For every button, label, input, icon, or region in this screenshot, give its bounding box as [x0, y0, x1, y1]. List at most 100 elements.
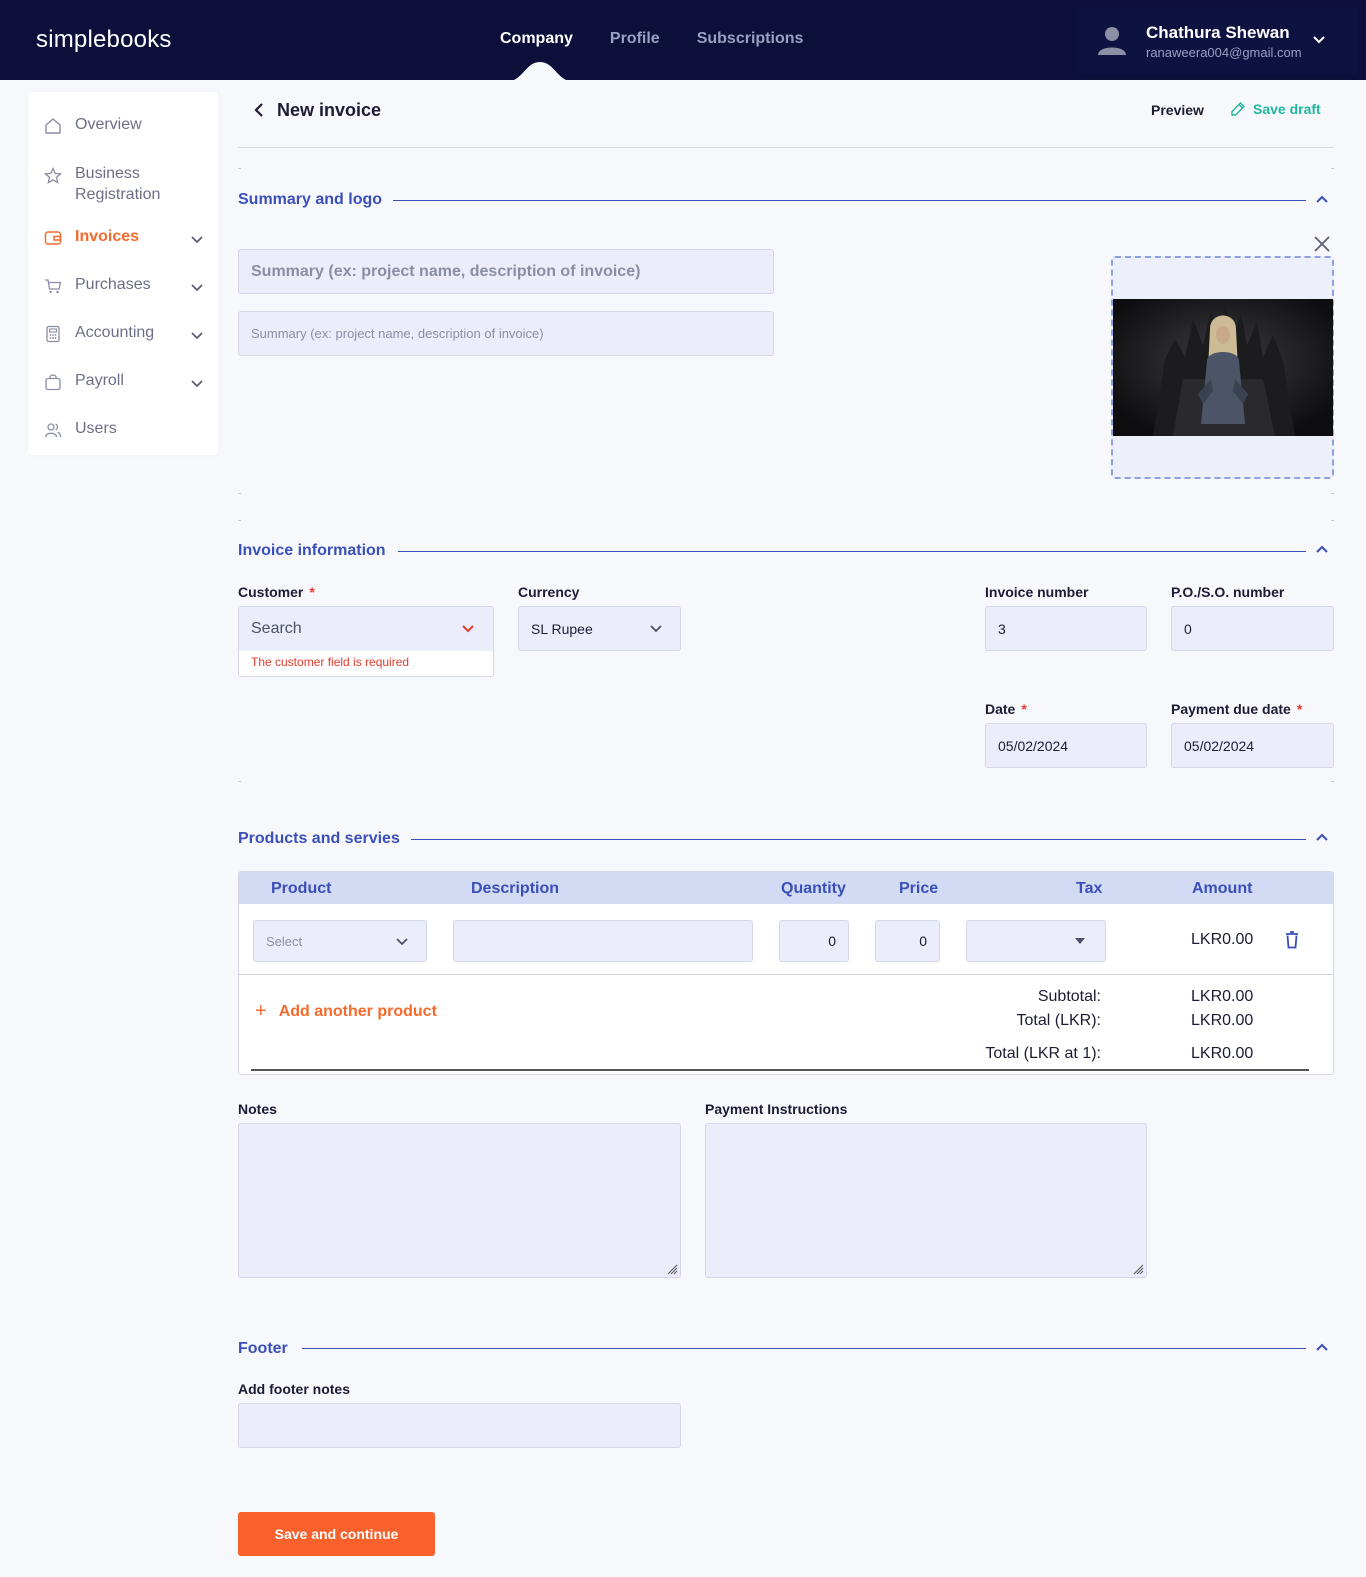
chevron-down-icon[interactable] [190, 376, 204, 390]
column-header-description: Description [471, 880, 560, 897]
section-divider [302, 1348, 1306, 1349]
chevron-up-icon[interactable] [1315, 543, 1329, 557]
brand-logo[interactable]: simplebooks [36, 26, 172, 54]
product-select-placeholder: Select [266, 933, 303, 949]
sidebar-item-users[interactable]: Users [44, 420, 117, 439]
total-lkr-at-1-value: LKR0.00 [1191, 1045, 1254, 1062]
section-corner [238, 168, 241, 169]
currency-label: Currency [518, 584, 580, 600]
close-icon[interactable] [1313, 235, 1331, 253]
add-product-label: Add another product [278, 1002, 437, 1020]
currency-select[interactable]: SL Rupee [518, 606, 681, 651]
customer-label: Customer * [238, 584, 315, 600]
user-email: ranaweera004@gmail.com [1146, 45, 1302, 60]
resize-handle-icon[interactable] [1132, 1263, 1144, 1275]
chevron-down-icon[interactable] [190, 280, 204, 294]
section-title-summary: Summary and logo [238, 191, 383, 208]
total-lkr-at-1-label: Total (LKR at 1): [985, 1045, 1101, 1062]
section-corner [1331, 493, 1334, 494]
notes-textarea[interactable] [238, 1123, 681, 1278]
chevron-down-icon[interactable] [1312, 32, 1326, 46]
tax-select[interactable] [966, 920, 1106, 962]
save-and-continue-button[interactable]: Save and continue [238, 1512, 435, 1556]
total-lkr-label: Total (LKR): [1016, 1012, 1101, 1029]
notes-label: Notes [238, 1101, 277, 1117]
plus-icon: + [255, 1000, 267, 1022]
chevron-up-icon[interactable] [1315, 831, 1329, 845]
payment-instructions-textarea[interactable] [705, 1123, 1147, 1278]
top-bar: simplebooks Company Profile Subscription… [0, 0, 1366, 82]
sidebar-item-label: Business [75, 165, 140, 182]
row-divider [239, 974, 1333, 975]
totals-divider [251, 1069, 1309, 1071]
chevron-up-icon[interactable] [1315, 193, 1329, 207]
po-number-label: P.O./S.O. number [1171, 584, 1285, 600]
nav-company[interactable]: Company [500, 30, 573, 48]
home-icon [45, 118, 61, 134]
column-header-product: Product [271, 880, 332, 897]
footer-notes-label: Add footer notes [238, 1381, 350, 1397]
trash-icon[interactable] [1285, 931, 1299, 949]
resize-handle-icon[interactable] [666, 1263, 678, 1275]
customer-error-message: The customer field is required [251, 655, 410, 669]
users-icon [44, 423, 62, 438]
section-corner [238, 493, 241, 494]
star-icon [44, 167, 62, 184]
chevron-down-icon[interactable] [190, 328, 204, 342]
invoice-number-label: Invoice number [985, 584, 1089, 600]
header-divider [238, 147, 1334, 148]
date-input[interactable]: 05/02/2024 [985, 723, 1147, 768]
nav-profile[interactable]: Profile [610, 30, 660, 48]
chevron-up-icon[interactable] [1315, 1341, 1329, 1355]
preview-button[interactable]: Preview [1151, 102, 1204, 118]
cart-icon [45, 279, 62, 294]
description-input[interactable] [453, 920, 753, 962]
chevron-down-icon[interactable] [461, 621, 475, 635]
section-divider [398, 551, 1306, 552]
section-divider [393, 200, 1306, 201]
section-corner [1331, 781, 1334, 782]
column-header-quantity: Quantity [781, 880, 846, 897]
subtotal-value: LKR0.00 [1191, 988, 1254, 1005]
sidebar-item-label: Users [75, 420, 117, 437]
subtotal-label: Subtotal: [1037, 988, 1101, 1005]
po-number-input[interactable]: 0 [1171, 606, 1334, 651]
top-nav: Company Profile Subscriptions [500, 30, 803, 48]
sidebar-item-overview[interactable]: Overview [44, 116, 142, 135]
section-corner [1331, 520, 1334, 521]
section-corner [1331, 168, 1334, 169]
summary-input[interactable]: Summary (ex: project name, description o… [238, 249, 774, 294]
user-name: Chathura Shewan [1146, 23, 1290, 42]
payment-due-date-label: Payment due date * [1171, 701, 1303, 717]
sidebar-item-accounting[interactable]: Accounting [44, 324, 203, 343]
customer-search-input[interactable]: Search [239, 607, 493, 651]
footer-notes-input[interactable] [238, 1403, 681, 1448]
calculator-icon [46, 325, 60, 343]
back-arrow-icon[interactable] [250, 100, 268, 120]
payment-due-date-input[interactable]: 05/02/2024 [1171, 723, 1334, 768]
nav-subscriptions[interactable]: Subscriptions [697, 30, 804, 48]
chevron-down-icon [396, 938, 408, 946]
save-draft-button[interactable]: Save draft [1230, 101, 1321, 117]
invoice-number-input[interactable]: 3 [985, 606, 1147, 651]
sidebar-item-label-line2: Registration [75, 186, 161, 203]
sidebar-item-label: Invoices [75, 228, 140, 245]
quantity-input[interactable]: 0 [779, 920, 849, 962]
bag-icon [45, 374, 61, 391]
pencil-icon [1231, 102, 1245, 116]
section-corner [238, 520, 241, 521]
user-menu[interactable]: Chathura Shewan ranaweera004@gmail.com [1076, 8, 1358, 74]
sidebar-item-payroll[interactable]: Payroll [44, 372, 203, 391]
price-input[interactable]: 0 [875, 920, 940, 962]
sidebar-item-business-registration[interactable]: Business Registration [44, 163, 160, 205]
sidebar-item-invoices[interactable]: Invoices [44, 228, 203, 247]
customer-select[interactable]: Search The customer field is required [238, 606, 494, 677]
save-draft-label: Save draft [1253, 101, 1321, 117]
currency-value: SL Rupee [531, 620, 593, 637]
add-product-button[interactable]: + Add another product [255, 1000, 437, 1023]
sidebar-item-label: Purchases [75, 276, 151, 293]
sidebar-item-purchases[interactable]: Purchases [44, 276, 203, 295]
product-select[interactable]: Select [253, 920, 427, 962]
summary-description-input[interactable]: Summary (ex: project name, description o… [238, 311, 774, 356]
chevron-down-icon[interactable] [190, 232, 204, 246]
